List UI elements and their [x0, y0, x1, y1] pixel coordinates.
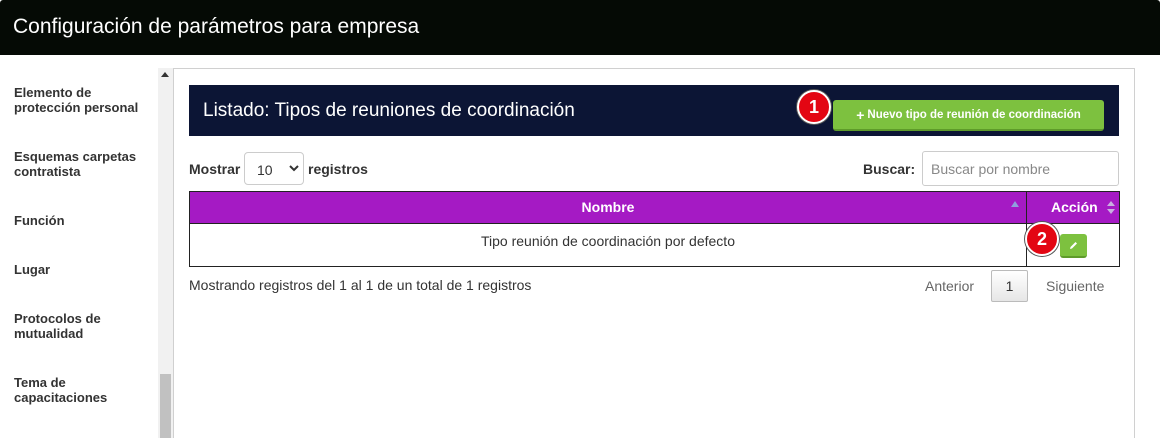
- meeting-types-table: Nombre Acción Tipo reunión de coordinaci…: [189, 191, 1120, 267]
- table-header-row: Nombre Acción: [190, 192, 1119, 223]
- page-length-select[interactable]: 10: [244, 152, 304, 185]
- step-badge-1: 1: [797, 90, 831, 124]
- pencil-icon: [1070, 241, 1077, 249]
- column-header-accion[interactable]: Acción: [1027, 192, 1119, 223]
- step-badge-2: 2: [1025, 222, 1059, 256]
- show-label: Mostrar: [189, 161, 241, 177]
- top-header-bar: Configuración de parámetros para empresa: [0, 0, 1160, 55]
- pagination-next[interactable]: Siguiente: [1046, 278, 1104, 294]
- column-header-nombre[interactable]: Nombre: [190, 192, 1027, 223]
- table-cell-nombre: Tipo reunión de coordinación por defecto: [190, 224, 1027, 267]
- listing-header: Listado: Tipos de reuniones de coordinac…: [189, 85, 1119, 136]
- sidebar-item-funcion[interactable]: Función: [14, 213, 149, 228]
- sidebar: Elemento de protección personal Esquemas…: [0, 55, 158, 438]
- new-meeting-type-button[interactable]: + Nuevo tipo de reunión de coordinación: [833, 100, 1104, 131]
- table-info-text: Mostrando registros del 1 al 1 de un tot…: [189, 277, 532, 293]
- chevron-down-icon: [289, 160, 299, 179]
- sidebar-item-elemento-proteccion[interactable]: Elemento de protección personal: [14, 85, 149, 115]
- column-header-accion-label: Acción: [1051, 199, 1098, 215]
- sort-both-icon: [1107, 201, 1115, 215]
- column-header-nombre-label: Nombre: [581, 199, 635, 215]
- listing-title: Listado: Tipos de reuniones de coordinac…: [203, 100, 575, 121]
- pagination-page-1[interactable]: 1: [991, 270, 1028, 302]
- edit-button[interactable]: [1060, 234, 1087, 258]
- new-meeting-type-label: Nuevo tipo de reunión de coordinación: [867, 108, 1081, 121]
- scrollbar-thumb[interactable]: [160, 374, 171, 438]
- sidebar-item-tema-capacitaciones[interactable]: Tema de capacitaciones: [14, 375, 149, 405]
- plus-icon: +: [856, 106, 865, 123]
- sidebar-scrollbar[interactable]: [158, 68, 173, 438]
- search-label: Buscar:: [863, 161, 916, 177]
- scroll-up-arrow-icon[interactable]: [161, 72, 169, 77]
- table-row: Tipo reunión de coordinación por defecto: [190, 223, 1119, 267]
- sidebar-item-protocolos-mutualidad[interactable]: Protocolos de mutualidad: [14, 311, 149, 341]
- sort-asc-icon: [1011, 201, 1019, 207]
- sidebar-item-esquemas-carpetas[interactable]: Esquemas carpetas contratista: [14, 149, 149, 179]
- search-input[interactable]: [922, 151, 1119, 186]
- sidebar-item-lugar[interactable]: Lugar: [14, 262, 149, 277]
- pagination-previous[interactable]: Anterior: [925, 278, 974, 294]
- page-length-value: 10: [257, 162, 273, 178]
- page-title: Configuración de parámetros para empresa: [13, 15, 420, 38]
- records-label: registros: [308, 161, 368, 177]
